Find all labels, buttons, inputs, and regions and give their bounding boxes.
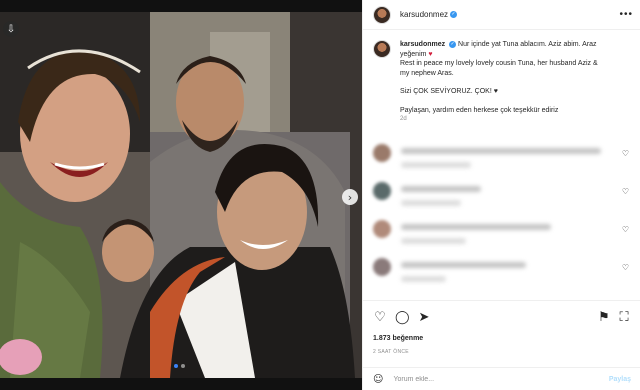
caption-text-4: my nephew Aras. — [400, 69, 454, 77]
like-heart-icon[interactable]: ♡ — [373, 311, 387, 325]
post-photo[interactable]: ⇩ › — [0, 12, 362, 378]
caption-time: 2d — [400, 116, 407, 122]
caption-body: karsudonmez ✓ Nur içinde yat Tuna ablacı… — [400, 40, 598, 125]
caption-text-5: Sizi ÇOK SEVİYORUZ. ÇOK! — [400, 88, 492, 95]
blurred-comment-meta — [401, 276, 446, 282]
caption-line-1: karsudonmez ✓ Nur içinde yat Tuna ablacı… — [400, 40, 598, 50]
verified-badge-icon: ✓ — [449, 40, 457, 48]
image-frame-bottom — [0, 378, 362, 390]
blurred-comment-meta — [401, 238, 466, 244]
image-frame-top — [0, 0, 362, 12]
username-text[interactable]: karsudonmez — [400, 10, 448, 19]
likes-count[interactable]: 1.873 beğenme — [373, 335, 423, 342]
blurred-comment-text — [401, 148, 601, 154]
caption-username[interactable]: karsudonmez — [400, 41, 445, 48]
next-image-button[interactable]: › — [342, 189, 358, 205]
post-timestamp: 2 SAAT ÖNCE — [373, 349, 409, 355]
list-item[interactable]: ♡ — [373, 258, 635, 296]
blurred-comment-text — [401, 224, 551, 230]
list-item[interactable]: ♡ — [373, 220, 635, 258]
avatar[interactable] — [373, 144, 391, 162]
more-options-icon[interactable]: ••• — [619, 9, 633, 20]
like-comment-icon[interactable]: ♡ — [622, 187, 629, 196]
add-comment-bar: ☺ Paylaş — [363, 367, 640, 390]
carousel-indicator-icon[interactable]: ⇩ — [3, 21, 19, 37]
comment-input[interactable] — [393, 376, 574, 383]
like-comment-icon[interactable]: ♡ — [622, 149, 629, 158]
avatar[interactable] — [373, 220, 391, 238]
comments-list: ♡ ♡ ♡ ♡ — [373, 144, 635, 296]
comment-bubble-icon[interactable]: ◯ — [395, 311, 410, 325]
caption-line-5: Sizi ÇOK SEVİYORUZ. ÇOK! ♥ — [400, 87, 598, 97]
save-bookmark-icon[interactable]: ⚑ — [597, 311, 611, 325]
carousel-dot-active — [174, 364, 178, 368]
caption-text-1: Nur içinde yat Tuna ablacım. Aziz abim. … — [458, 41, 597, 48]
post-side-panel: karsudonmez ✓ ••• karsudonmez ✓ Nur içind… — [362, 0, 640, 390]
photo-illustration — [0, 12, 362, 378]
like-comment-icon[interactable]: ♡ — [622, 225, 629, 234]
caption-text-6: Paylaşan, yardım eden herkese çok teşekk… — [400, 106, 559, 114]
avatar[interactable] — [373, 258, 391, 276]
expand-icon[interactable]: ⛶ — [617, 311, 631, 325]
avatar[interactable] — [373, 5, 391, 24]
blurred-comment-text — [401, 262, 526, 268]
blurred-comment-meta — [401, 200, 461, 206]
post-actions: ♡ ◯ ➤ ⚑ ⛶ 1.873 beğenme 2 SAAT ÖNCE ☺ Pa… — [363, 300, 640, 390]
avatar[interactable] — [373, 182, 391, 200]
caption-text-3: Rest in peace my lovely lovely cousin Tu… — [400, 60, 598, 67]
red-heart-emoji-icon: ♥ — [428, 50, 433, 58]
header-username[interactable]: karsudonmez ✓ — [400, 10, 458, 19]
verified-badge-icon: ✓ — [450, 11, 458, 19]
black-heart-emoji-icon: ♥ — [493, 88, 498, 95]
emoji-picker-icon[interactable]: ☺ — [373, 374, 383, 385]
caption-avatar[interactable] — [373, 40, 391, 58]
list-item[interactable]: ♡ — [373, 182, 635, 220]
caption-text-2: yeğenim — [400, 50, 427, 58]
carousel-dots — [174, 364, 185, 368]
post-caption: karsudonmez ✓ Nur içinde yat Tuna ablacı… — [373, 40, 635, 125]
blurred-comment-meta — [401, 162, 471, 168]
blurred-comment-text — [401, 186, 481, 192]
post-header: karsudonmez ✓ ••• — [363, 0, 640, 30]
caption-line-2: yeğenim ♥ — [400, 50, 598, 60]
post-comment-button[interactable]: Paylaş — [609, 376, 631, 383]
carousel-dot — [181, 364, 185, 368]
share-send-icon[interactable]: ➤ — [417, 311, 431, 325]
list-item[interactable]: ♡ — [373, 144, 635, 182]
like-comment-icon[interactable]: ♡ — [622, 263, 629, 272]
